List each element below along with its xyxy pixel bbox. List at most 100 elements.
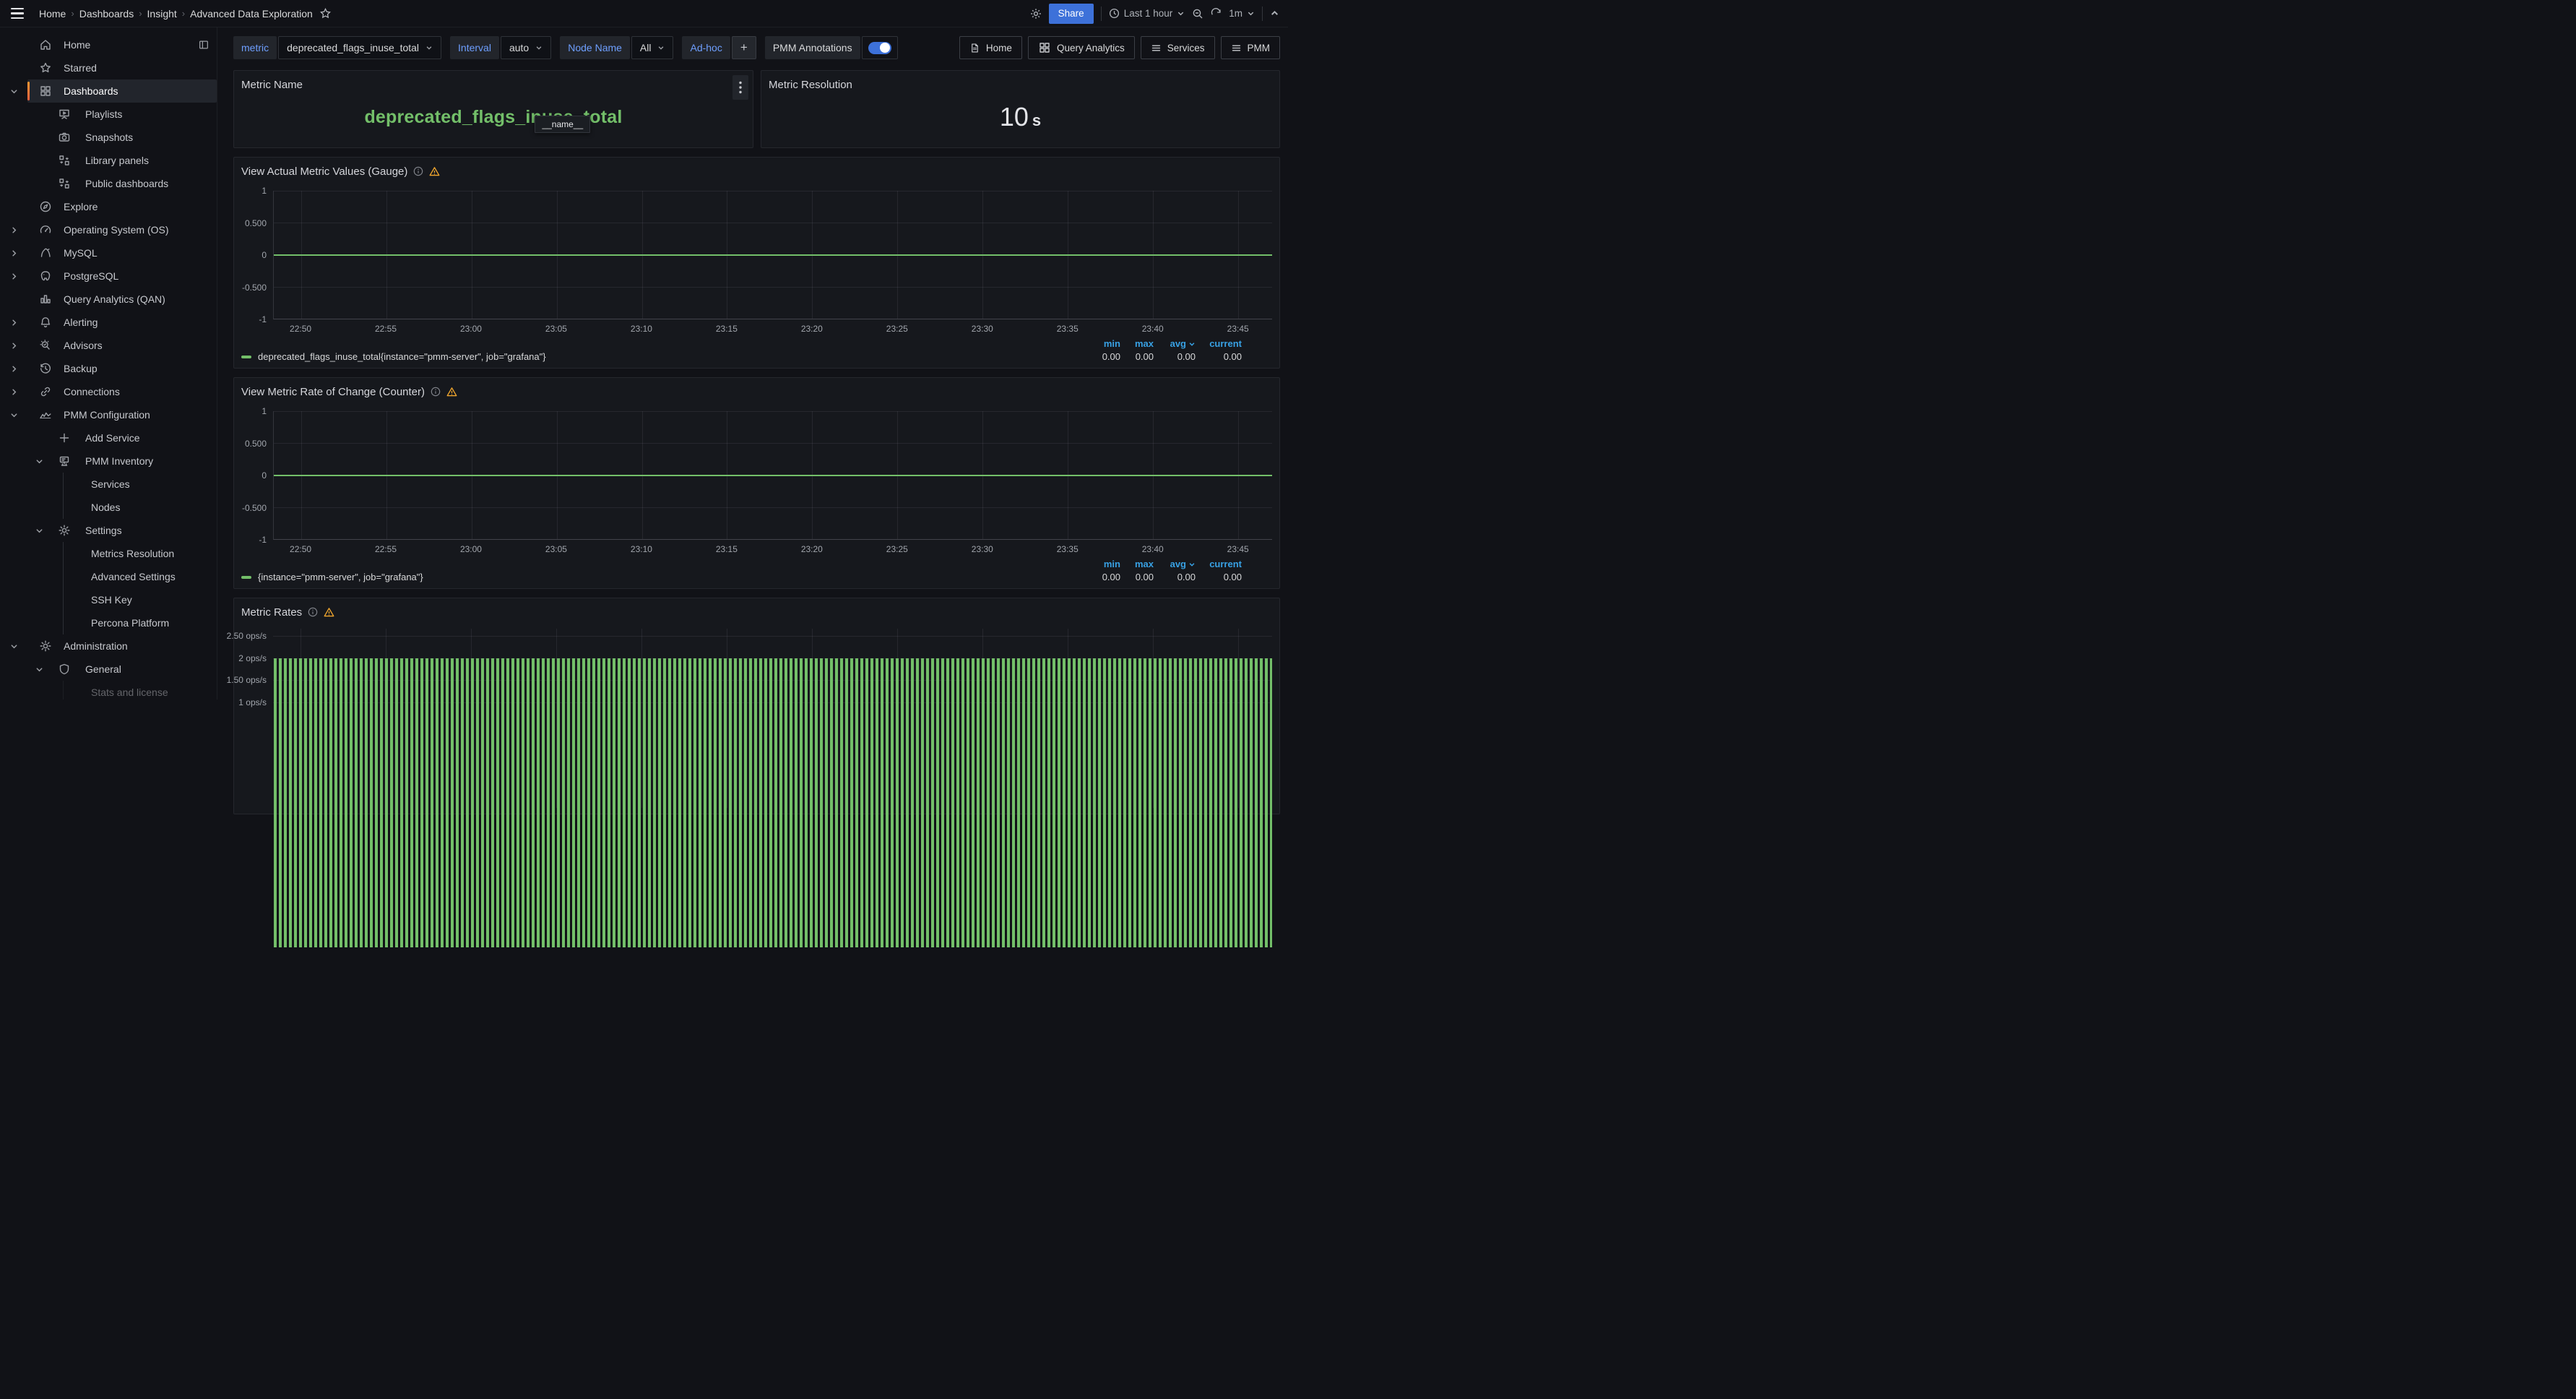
warning-icon[interactable]: [429, 166, 440, 177]
legend-sort-avg[interactable]: avg: [1154, 338, 1196, 349]
legend-series-name[interactable]: deprecated_flags_inuse_total{instance="p…: [241, 351, 1087, 362]
node-name-variable-label[interactable]: Node Name: [560, 36, 630, 59]
info-icon[interactable]: [431, 387, 441, 397]
chart-plot[interactable]: [273, 191, 1272, 319]
sidebar-item-advanced-settings[interactable]: Advanced Settings: [63, 565, 217, 588]
x-axis-tick: 23:20: [801, 324, 823, 334]
chevron-right-icon[interactable]: [0, 388, 27, 396]
chevron-right-icon[interactable]: [0, 342, 27, 350]
sidebar-item-advisors[interactable]: Advisors: [0, 334, 217, 357]
sidebar-item-starred[interactable]: Starred: [0, 56, 217, 79]
sidebar-item-mysql[interactable]: MySQL: [0, 241, 217, 264]
chevron-right-icon[interactable]: [0, 319, 27, 327]
legend-sort-max[interactable]: max: [1120, 338, 1154, 349]
sidebar-item-explore[interactable]: Explore: [0, 195, 217, 218]
link-button-services[interactable]: Services: [1141, 36, 1215, 59]
dashboard-controls: metric deprecated_flags_inuse_total Inte…: [233, 36, 1280, 59]
horizontal-gridline: [274, 411, 1272, 412]
link-button-label: Services: [1167, 43, 1205, 53]
share-button[interactable]: Share: [1049, 4, 1094, 24]
sidebar-item-alerting[interactable]: Alerting: [0, 311, 217, 334]
time-range-picker[interactable]: Last 1 hour: [1109, 8, 1185, 19]
chevron-down-icon[interactable]: [0, 87, 27, 95]
chevron-down-icon: [1188, 340, 1196, 348]
qan-bars-icon: [39, 293, 52, 306]
adhoc-filter-label[interactable]: Ad-hoc: [682, 36, 730, 59]
divider: [1262, 7, 1263, 21]
interval-variable-select[interactable]: auto: [501, 36, 551, 59]
add-filter-button[interactable]: +: [732, 36, 756, 59]
info-icon[interactable]: [413, 166, 423, 176]
breadcrumb-item-advanced-data-exploration[interactable]: Advanced Data Exploration: [190, 8, 313, 20]
breadcrumb-item-home[interactable]: Home: [39, 8, 66, 20]
sidebar-item-operating-system-os[interactable]: Operating System (OS): [0, 218, 217, 241]
dock-sidebar-icon[interactable]: [198, 39, 209, 51]
chevron-down-icon[interactable]: [0, 411, 27, 419]
sidebar-item-general[interactable]: General: [32, 658, 217, 681]
x-axis-tick: 23:05: [545, 324, 567, 334]
chevron-right-icon[interactable]: [0, 365, 27, 373]
sidebar-item-snapshots[interactable]: Snapshots: [32, 126, 217, 149]
sidebar-item-dashboards[interactable]: Dashboards: [0, 79, 217, 103]
warning-icon[interactable]: [324, 607, 334, 618]
zoom-out-button[interactable]: [1192, 8, 1203, 20]
sidebar-item-home[interactable]: Home: [0, 33, 217, 56]
menu-toggle-icon[interactable]: [9, 3, 30, 25]
metric-variable-select[interactable]: deprecated_flags_inuse_total: [278, 36, 441, 59]
sidebar-item-public-dashboards[interactable]: Public dashboards: [32, 172, 217, 195]
legend-sort-current[interactable]: current: [1196, 338, 1242, 349]
sidebar-item-connections[interactable]: Connections: [0, 380, 217, 403]
node-name-variable-select[interactable]: All: [631, 36, 674, 59]
sidebar-item-administration[interactable]: Administration: [0, 634, 217, 658]
panel-menu-kebab-icon[interactable]: [732, 75, 748, 100]
sidebar-item-metrics-resolution[interactable]: Metrics Resolution: [63, 542, 217, 565]
pmm-annotations-toggle[interactable]: [862, 36, 898, 59]
sidebar-item-label: Public dashboards: [85, 178, 168, 189]
sidebar-item-pmm-inventory[interactable]: PMM Inventory: [32, 449, 217, 473]
chart-plot[interactable]: [273, 411, 1272, 540]
chevron-down-icon[interactable]: [32, 457, 46, 465]
interval-variable-label[interactable]: Interval: [450, 36, 499, 59]
sidebar-item-playlists[interactable]: Playlists: [32, 103, 217, 126]
legend-sort-avg[interactable]: avg: [1154, 559, 1196, 569]
sidebar-item-add-service[interactable]: Add Service: [32, 426, 217, 449]
favorite-star-icon[interactable]: [320, 8, 331, 19]
sidebar-item-postgresql[interactable]: PostgreSQL: [0, 264, 217, 288]
sidebar-item-library-panels[interactable]: Library panels: [32, 149, 217, 172]
sidebar-item-backup[interactable]: Backup: [0, 357, 217, 380]
breadcrumb-item-dashboards[interactable]: Dashboards: [79, 8, 134, 20]
sidebar-item-percona-platform[interactable]: Percona Platform: [63, 611, 217, 634]
series-line: [274, 475, 1272, 476]
chevron-right-icon[interactable]: [0, 249, 27, 257]
info-icon[interactable]: [308, 607, 318, 617]
sidebar-item-settings[interactable]: Settings: [32, 519, 217, 542]
link-button-query-analytics[interactable]: Query Analytics: [1028, 36, 1135, 59]
sidebar-item-query-analytics-qan[interactable]: Query Analytics (QAN): [0, 288, 217, 311]
sidebar-item-ssh-key[interactable]: SSH Key: [63, 588, 217, 611]
refresh-interval-picker[interactable]: 1m: [1229, 8, 1255, 19]
legend-sort-current[interactable]: current: [1196, 559, 1242, 569]
metric-variable-label[interactable]: metric: [233, 36, 277, 59]
legend-sort-min[interactable]: min: [1087, 559, 1120, 569]
collapse-topbar-button[interactable]: [1270, 9, 1279, 18]
chevron-right-icon[interactable]: [0, 226, 27, 234]
breadcrumb-item-insight[interactable]: Insight: [147, 8, 177, 20]
link-button-pmm[interactable]: PMM: [1221, 36, 1281, 59]
sidebar-item-nodes[interactable]: Nodes: [63, 496, 217, 519]
y-axis-tick: 1 ops/s: [238, 697, 267, 707]
chevron-down-icon[interactable]: [32, 527, 46, 535]
link-button-home[interactable]: Home: [959, 36, 1022, 59]
legend-series-name[interactable]: {instance="pmm-server", job="grafana"}: [241, 572, 1087, 582]
sidebar-item-services[interactable]: Services: [63, 473, 217, 496]
sidebar-item-stats-and-license[interactable]: Stats and license: [63, 681, 217, 700]
chevron-down-icon[interactable]: [32, 666, 46, 673]
dashboard-settings-button[interactable]: [1030, 8, 1042, 20]
chevron-down-icon[interactable]: [0, 642, 27, 650]
legend-sort-max[interactable]: max: [1120, 559, 1154, 569]
legend-sort-min[interactable]: min: [1087, 338, 1120, 349]
warning-icon[interactable]: [446, 387, 457, 397]
refresh-button[interactable]: [1211, 8, 1222, 19]
chevron-right-icon[interactable]: [0, 272, 27, 280]
sidebar-item-pmm-configuration[interactable]: PMM Configuration: [0, 403, 217, 426]
chart-plot[interactable]: [273, 629, 1272, 808]
